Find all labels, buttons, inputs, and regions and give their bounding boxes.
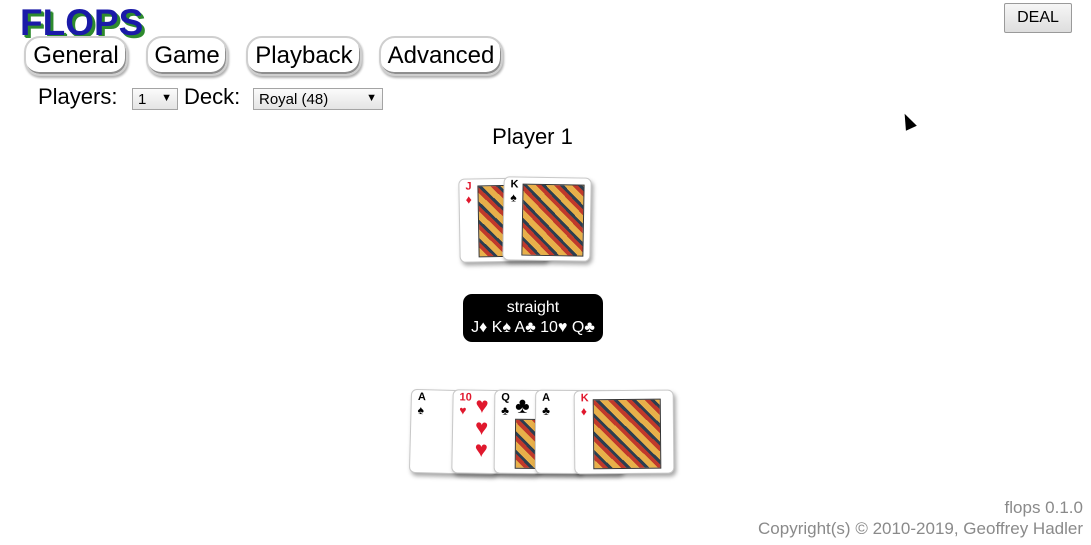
heart-icon: ♥ xyxy=(474,414,489,440)
heart-icon: ♥ xyxy=(474,436,488,462)
version-text: flops 0.1.0 xyxy=(1004,498,1083,517)
board-card-5: K ♦ xyxy=(573,389,675,475)
footer: flops 0.1.0 Copyright(s) © 2010-2019, Ge… xyxy=(758,497,1083,539)
tab-game[interactable]: Game xyxy=(146,36,228,76)
players-select-value: 1 xyxy=(138,90,147,108)
chevron-down-icon: ▼ xyxy=(366,92,377,104)
card-rank: J xyxy=(465,180,472,193)
club-icon: ♣ xyxy=(501,403,510,418)
club-icon: ♣ xyxy=(515,392,530,418)
card-rank: K xyxy=(580,392,589,405)
players-select[interactable]: 1 ▼ xyxy=(132,88,178,110)
card-rank: K xyxy=(510,178,519,191)
diamond-icon: ♦ xyxy=(580,404,588,419)
deck-select[interactable]: Royal (48) ▼ xyxy=(253,88,383,110)
hole-card-2: K ♠ xyxy=(502,176,592,262)
card-rank: A xyxy=(417,391,427,404)
tab-advanced[interactable]: Advanced xyxy=(379,36,503,76)
tab-playback[interactable]: Playback xyxy=(246,36,362,76)
king-face-art xyxy=(592,398,662,470)
spade-icon: ♠ xyxy=(417,403,425,418)
tab-general[interactable]: General xyxy=(24,36,128,76)
hand-result-badge: straight J♦ K♠ A♣ 10♥ Q♣ xyxy=(463,294,603,342)
card-rank: A xyxy=(542,391,551,404)
diamond-icon: ♦ xyxy=(465,192,472,207)
deck-select-value: Royal (48) xyxy=(259,90,329,108)
card-rank: Q xyxy=(501,391,510,404)
hand-cards: J♦ K♠ A♣ 10♥ Q♣ xyxy=(471,319,595,336)
deal-button[interactable]: DEAL xyxy=(1004,3,1072,33)
club-icon: ♣ xyxy=(542,403,551,418)
king-face-art xyxy=(521,183,585,257)
players-label: Players: xyxy=(38,84,118,109)
spade-icon: ♠ xyxy=(510,190,517,205)
hand-name: straight xyxy=(506,299,560,316)
copyright-text: Copyright(s) © 2010-2019, Geoffrey Hadle… xyxy=(758,519,1083,538)
card-rank: 10 xyxy=(459,391,472,404)
heart-icon: ♥ xyxy=(459,403,467,418)
heart-icon: ♥ xyxy=(475,392,489,418)
chevron-down-icon: ▼ xyxy=(161,92,172,104)
deck-label: Deck: xyxy=(184,84,241,109)
